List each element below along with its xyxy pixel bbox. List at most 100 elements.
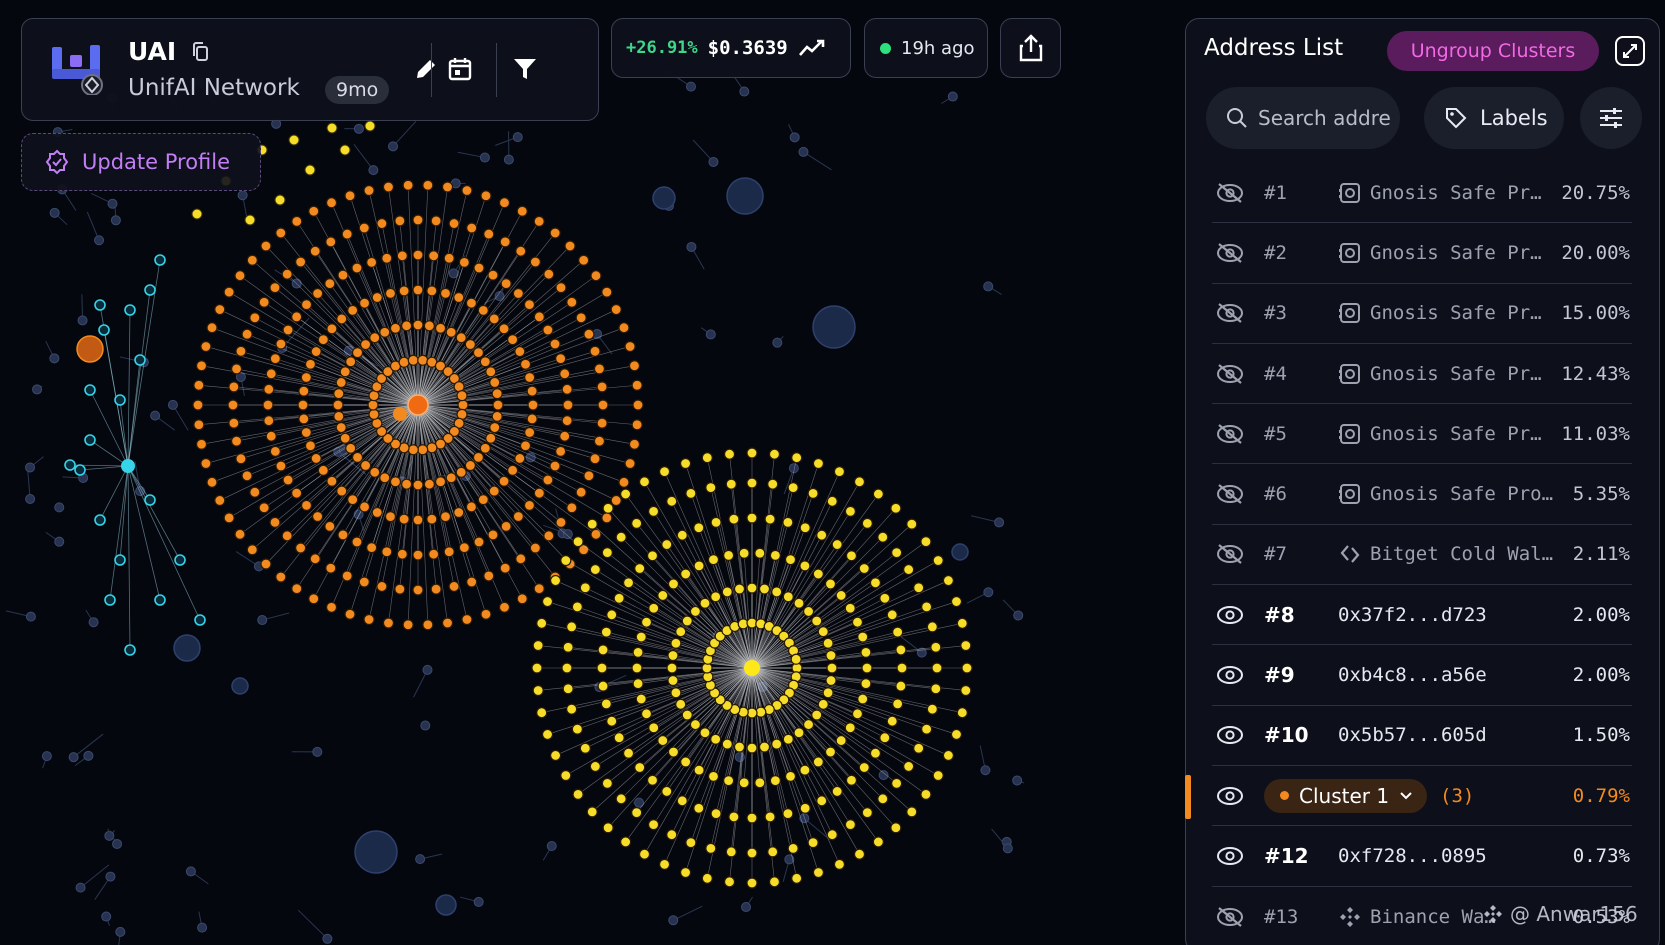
cluster-node[interactable] <box>559 368 571 380</box>
cluster-node[interactable] <box>542 324 554 336</box>
cluster-node[interactable] <box>532 639 544 652</box>
cluster-node[interactable] <box>799 764 811 776</box>
list-settings-button[interactable] <box>1580 87 1642 149</box>
cluster-node[interactable] <box>477 304 489 316</box>
cluster-node[interactable] <box>394 215 406 227</box>
cluster-node[interactable] <box>601 286 613 298</box>
cluster-node[interactable] <box>144 494 156 506</box>
cluster-node[interactable] <box>857 693 869 705</box>
cluster-node[interactable] <box>344 608 356 620</box>
cluster-node[interactable] <box>381 252 393 264</box>
cluster-node[interactable] <box>961 662 973 674</box>
cluster-node[interactable] <box>895 644 907 656</box>
address-row[interactable]: #2 Gnosis Safe Pr… 20.00% <box>1212 223 1632 284</box>
cluster-node[interactable] <box>746 812 758 824</box>
cluster-node[interactable] <box>448 580 460 593</box>
cluster-node[interactable] <box>412 549 424 561</box>
cluster-node[interactable] <box>666 662 678 674</box>
address-row[interactable]: #7 Bitget Cold Wal… 2.11% <box>1212 525 1632 586</box>
cluster-node[interactable] <box>782 516 794 528</box>
graph-node[interactable] <box>947 91 958 102</box>
cluster-node[interactable] <box>206 322 218 334</box>
cluster-node[interactable] <box>615 793 627 805</box>
cluster-node[interactable] <box>249 486 261 498</box>
cluster-center-node[interactable] <box>121 459 135 473</box>
cluster-node[interactable] <box>423 320 435 332</box>
cluster-node[interactable] <box>291 487 303 499</box>
cluster-node[interactable] <box>812 568 824 580</box>
cluster-node[interactable] <box>324 520 336 532</box>
address-row[interactable]: #12 0xf728...0895 0.73% <box>1212 826 1632 887</box>
cluster-node[interactable] <box>498 475 510 487</box>
cluster-node[interactable] <box>596 381 608 393</box>
eye-off-icon[interactable] <box>1216 423 1244 445</box>
ungroup-clusters-button[interactable]: Ungroup Clusters <box>1387 31 1599 71</box>
cluster-node[interactable] <box>555 445 567 457</box>
cluster-node[interactable] <box>104 594 116 606</box>
cluster-node[interactable] <box>144 284 156 296</box>
cluster-node[interactable] <box>782 591 794 603</box>
cluster-node[interactable] <box>269 445 281 457</box>
cluster-node[interactable] <box>304 358 317 370</box>
cluster-node[interactable] <box>227 399 239 411</box>
cluster-node[interactable] <box>768 876 781 888</box>
cluster-node[interactable] <box>487 529 499 541</box>
cluster-node[interactable] <box>512 287 524 300</box>
cluster-node[interactable] <box>844 819 857 831</box>
cluster-node[interactable] <box>746 582 758 594</box>
address-row[interactable]: #5 Gnosis Safe Pr… 11.03% <box>1212 404 1632 465</box>
cluster-node[interactable] <box>336 485 348 497</box>
search-box[interactable] <box>1206 87 1400 149</box>
cluster-node[interactable] <box>275 227 287 239</box>
cluster-node[interactable] <box>333 388 345 400</box>
cluster-node[interactable] <box>707 554 720 566</box>
cluster-node[interactable] <box>492 399 504 411</box>
cluster-node[interactable] <box>541 728 554 741</box>
cluster-node[interactable] <box>600 626 612 638</box>
cluster-node[interactable] <box>680 568 692 580</box>
cluster-node[interactable] <box>658 858 671 871</box>
row-label[interactable]: Gnosis Safe Pr… <box>1370 242 1542 264</box>
cluster-node[interactable] <box>479 356 491 368</box>
cluster-node[interactable] <box>351 536 363 548</box>
cluster-node[interactable] <box>461 613 473 626</box>
cluster-node[interactable] <box>275 571 287 583</box>
eye-off-icon[interactable] <box>1216 363 1244 385</box>
cluster-node[interactable] <box>326 323 338 335</box>
eye-icon[interactable] <box>1216 664 1244 686</box>
cluster-node[interactable] <box>812 756 824 768</box>
cluster-node[interactable] <box>606 715 618 727</box>
cluster-node[interactable] <box>523 299 536 311</box>
cluster-node[interactable] <box>812 866 825 879</box>
cluster-node[interactable] <box>394 583 406 595</box>
cluster-node[interactable] <box>228 381 240 393</box>
cluster-node[interactable] <box>297 399 309 411</box>
cluster-node[interactable] <box>223 286 235 298</box>
graph-node[interactable] <box>88 617 99 628</box>
cluster-node[interactable] <box>831 785 843 798</box>
cluster-node[interactable] <box>516 205 528 217</box>
address-row[interactable]: #3 Gnosis Safe Pr… 15.00% <box>1212 284 1632 344</box>
cluster-node[interactable] <box>769 549 781 562</box>
cluster-node[interactable] <box>844 602 856 614</box>
cluster-node[interactable] <box>817 626 829 638</box>
cluster-node[interactable] <box>942 574 955 587</box>
graph-node[interactable] <box>739 86 750 97</box>
cluster-node[interactable] <box>434 322 447 334</box>
cluster-node[interactable] <box>620 488 632 500</box>
cluster-node[interactable] <box>241 470 253 482</box>
cluster-node[interactable] <box>488 485 500 497</box>
cluster-node[interactable] <box>640 708 653 720</box>
cluster-node[interactable] <box>851 616 864 628</box>
graph-node[interactable] <box>257 615 268 626</box>
cluster-node[interactable] <box>723 549 735 562</box>
graph-node[interactable] <box>1013 610 1024 621</box>
cluster-node[interactable] <box>784 770 797 782</box>
row-label[interactable]: Gnosis Safe Pr… <box>1370 302 1542 324</box>
cluster-node[interactable] <box>384 287 397 299</box>
cluster-node[interactable] <box>667 649 679 662</box>
cluster-node[interactable] <box>860 646 872 658</box>
cluster-node[interactable] <box>549 574 562 587</box>
cluster-node[interactable] <box>707 770 720 782</box>
cluster-node[interactable] <box>443 546 455 558</box>
